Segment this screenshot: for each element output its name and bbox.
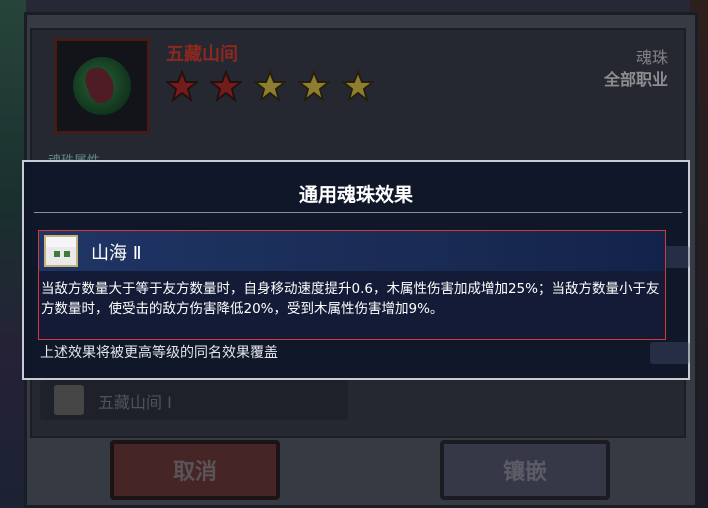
soul-orb-effect-dialog: 通用魂珠效果 山海 Ⅱ 当敌方数量大于等于友方数量时，自身移动速度提升0.6，木… bbox=[22, 160, 690, 380]
title-divider bbox=[34, 212, 682, 213]
dialog-title: 通用魂珠效果 bbox=[298, 184, 413, 206]
background-button-ghost bbox=[650, 342, 690, 364]
effect-entry: 山海 Ⅱ 当敌方数量大于等于友方数量时，自身移动速度提升0.6，木属性伤害加成增… bbox=[38, 230, 666, 340]
character-avatar bbox=[44, 235, 78, 267]
effect-header: 山海 Ⅱ bbox=[39, 231, 665, 271]
effect-name: 山海 Ⅱ bbox=[91, 243, 142, 264]
override-note: 上述效果将被更高等级的同名效果覆盖 bbox=[40, 345, 278, 361]
effect-description: 当敌方数量大于等于友方数量时，自身移动速度提升0.6，木属性伤害加成增加25%；… bbox=[41, 281, 660, 317]
